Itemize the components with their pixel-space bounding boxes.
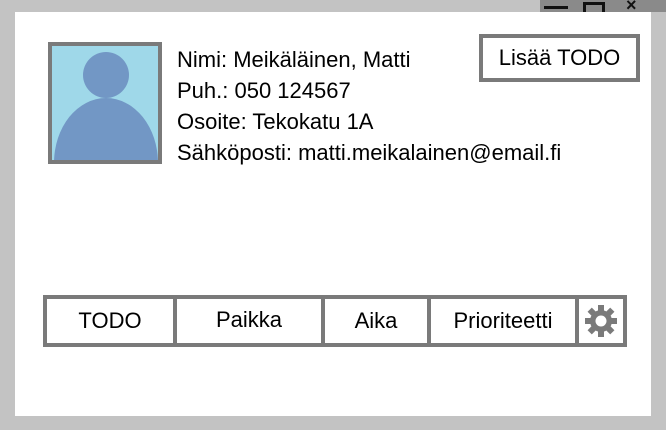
column-header-paikka[interactable]: Paikka (177, 299, 325, 343)
maximize-icon[interactable] (583, 2, 605, 12)
settings-button[interactable] (579, 299, 623, 343)
contact-panel: Nimi: Meikäläinen, Matti Puh.: 050 12456… (15, 12, 651, 416)
column-header-prioriteetti[interactable]: Prioriteetti (431, 299, 579, 343)
avatar-head (83, 52, 129, 98)
window-controls: × (540, 0, 666, 14)
column-header-todo[interactable]: TODO (47, 299, 177, 343)
contact-address: Osoite: Tekokatu 1A (177, 109, 374, 134)
avatar (48, 42, 162, 164)
avatar-body (54, 98, 158, 160)
minimize-icon[interactable] (544, 6, 568, 9)
contact-email: Sähköposti: matti.meikalainen@email.fi (177, 140, 562, 165)
add-todo-button[interactable]: Lisää TODO (479, 34, 640, 82)
todo-table-header: TODO Paikka Aika Prioriteetti (43, 295, 627, 347)
column-header-aika[interactable]: Aika (325, 299, 431, 343)
gear-icon (585, 305, 617, 337)
